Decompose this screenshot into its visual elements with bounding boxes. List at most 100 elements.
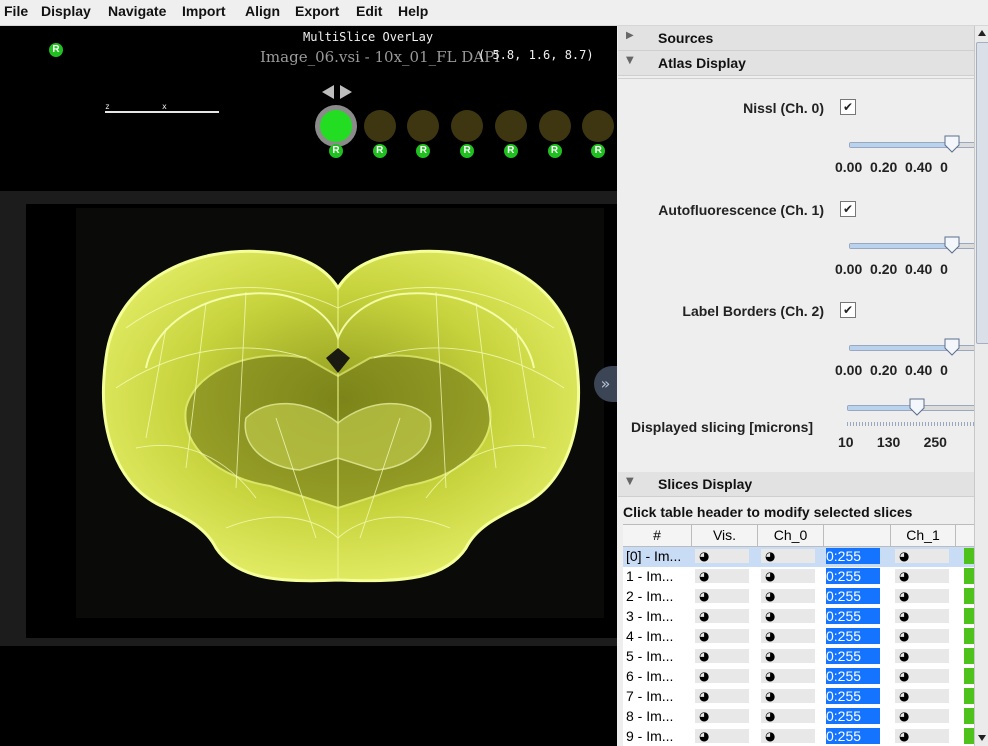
ch1-color-swatch[interactable]	[964, 668, 974, 684]
menu-navigate[interactable]: Navigate	[108, 3, 166, 19]
ch0-visibility-toggle[interactable]: ◕	[761, 709, 815, 723]
brain-section-image[interactable]	[76, 208, 604, 618]
ch0-display-range[interactable]: 0:255	[826, 628, 880, 644]
ch1-color-swatch[interactable]	[964, 728, 974, 744]
slice-marker[interactable]	[451, 110, 484, 142]
col-header-ch1-range[interactable]	[956, 525, 974, 547]
ch1-color-swatch[interactable]	[964, 688, 974, 704]
ch1-color-swatch[interactable]	[964, 548, 974, 564]
ch1-visibility-toggle[interactable]: ◕	[895, 589, 949, 603]
ch0-visibility-toggle[interactable]: ◕	[761, 729, 815, 743]
ch1-visibility-toggle[interactable]: ◕	[895, 689, 949, 703]
table-row[interactable]: 9 - Im... ◕ ◕ 0:255 ◕	[623, 727, 974, 746]
slices-display-header[interactable]: ▼ Slices Display	[618, 472, 974, 497]
table-row[interactable]: 7 - Im... ◕ ◕ 0:255 ◕	[623, 687, 974, 707]
channel-0-checkbox[interactable]: ✔	[840, 99, 856, 115]
table-row[interactable]: 3 - Im... ◕ ◕ 0:255 ◕	[623, 607, 974, 627]
visibility-toggle[interactable]: ◕	[695, 569, 749, 583]
menu-help[interactable]: Help	[398, 3, 428, 19]
ch1-visibility-toggle[interactable]: ◕	[895, 669, 949, 683]
panel-scrollbar[interactable]	[974, 26, 988, 746]
visibility-toggle[interactable]: ◕	[695, 629, 749, 643]
ch0-visibility-toggle[interactable]: ◕	[761, 669, 815, 683]
table-row[interactable]: 8 - Im... ◕ ◕ 0:255 ◕	[623, 707, 974, 727]
slice-viewer[interactable]: R MultiSlice OverLay Image_06.vsi - 10x_…	[0, 26, 617, 746]
ch1-color-swatch[interactable]	[964, 608, 974, 624]
ch0-display-range[interactable]: 0:255	[826, 588, 880, 604]
scroll-down-icon[interactable]	[976, 732, 988, 744]
menu-file[interactable]: File	[4, 3, 28, 19]
ch1-color-swatch[interactable]	[964, 708, 974, 724]
col-header-visibility[interactable]: Vis.	[692, 525, 758, 547]
sources-header[interactable]: ▶ Sources	[618, 26, 974, 51]
previous-slice-icon[interactable]	[322, 85, 334, 99]
visibility-toggle[interactable]: ◕	[695, 729, 749, 743]
scrollbar-thumb[interactable]	[976, 42, 988, 344]
slices-table[interactable]: # Vis. Ch_0 Ch_1 [0] - Im... ◕ ◕ 0:255 ◕ 1 - …	[623, 524, 974, 746]
ch0-visibility-toggle[interactable]: ◕	[761, 629, 815, 643]
ch1-visibility-toggle[interactable]: ◕	[895, 629, 949, 643]
channel-0-slider-thumb[interactable]	[944, 135, 960, 153]
visibility-toggle[interactable]: ◕	[695, 589, 749, 603]
ch1-color-swatch[interactable]	[964, 588, 974, 604]
ch1-visibility-toggle[interactable]: ◕	[895, 649, 949, 663]
slice-marker[interactable]	[363, 110, 396, 142]
ch0-visibility-toggle[interactable]: ◕	[761, 569, 815, 583]
ch0-display-range[interactable]: 0:255	[826, 548, 880, 564]
visibility-toggle[interactable]: ◕	[695, 549, 749, 563]
col-header-ch1[interactable]: Ch_1	[891, 525, 956, 547]
channel-2-checkbox[interactable]: ✔	[840, 302, 856, 318]
ch1-visibility-toggle[interactable]: ◕	[895, 609, 949, 623]
ch0-display-range[interactable]: 0:255	[826, 728, 880, 744]
menu-align[interactable]: Align	[245, 3, 280, 19]
ch1-color-swatch[interactable]	[964, 568, 974, 584]
visibility-toggle[interactable]: ◕	[695, 669, 749, 683]
visibility-toggle[interactable]: ◕	[695, 609, 749, 623]
table-row[interactable]: 4 - Im... ◕ ◕ 0:255 ◕	[623, 627, 974, 647]
ch1-color-swatch[interactable]	[964, 628, 974, 644]
col-header-ch0-range[interactable]	[824, 525, 891, 547]
ch1-visibility-toggle[interactable]: ◕	[895, 709, 949, 723]
ch0-display-range[interactable]: 0:255	[826, 608, 880, 624]
scroll-up-icon[interactable]	[976, 27, 988, 39]
next-slice-icon[interactable]	[340, 85, 352, 99]
slice-nav-arrows[interactable]	[318, 84, 358, 100]
ch1-visibility-toggle[interactable]: ◕	[895, 569, 949, 583]
ch0-display-range[interactable]: 0:255	[826, 668, 880, 684]
ch0-display-range[interactable]: 0:255	[826, 688, 880, 704]
atlas-display-header[interactable]: ▼ Atlas Display	[618, 51, 974, 76]
table-row[interactable]: 5 - Im... ◕ ◕ 0:255 ◕	[623, 647, 974, 667]
col-header-index[interactable]: #	[623, 525, 692, 547]
col-header-ch0[interactable]: Ch_0	[758, 525, 824, 547]
menu-import[interactable]: Import	[182, 3, 226, 19]
current-slice-marker[interactable]	[320, 110, 352, 142]
slice-marker[interactable]	[494, 110, 527, 142]
table-row[interactable]: 2 - Im... ◕ ◕ 0:255 ◕	[623, 587, 974, 607]
channel-1-checkbox[interactable]: ✔	[840, 201, 856, 217]
table-row[interactable]: [0] - Im... ◕ ◕ 0:255 ◕	[623, 547, 974, 567]
channel-1-slider-thumb[interactable]	[944, 236, 960, 254]
ch0-display-range[interactable]: 0:255	[826, 708, 880, 724]
menu-display[interactable]: Display	[41, 3, 91, 19]
table-row[interactable]: 1 - Im... ◕ ◕ 0:255 ◕	[623, 567, 974, 587]
menu-export[interactable]: Export	[295, 3, 339, 19]
ch1-visibility-toggle[interactable]: ◕	[895, 729, 949, 743]
slice-marker[interactable]	[582, 110, 615, 142]
ch1-color-swatch[interactable]	[964, 648, 974, 664]
menu-edit[interactable]: Edit	[356, 3, 382, 19]
ch1-visibility-toggle[interactable]: ◕	[895, 549, 949, 563]
ch0-display-range[interactable]: 0:255	[826, 648, 880, 664]
visibility-toggle[interactable]: ◕	[695, 709, 749, 723]
channel-2-slider-thumb[interactable]	[944, 338, 960, 356]
ch0-visibility-toggle[interactable]: ◕	[761, 649, 815, 663]
visibility-toggle[interactable]: ◕	[695, 689, 749, 703]
slice-marker[interactable]	[538, 110, 571, 142]
slicing-slider-thumb[interactable]	[909, 398, 925, 416]
table-row[interactable]: 6 - Im... ◕ ◕ 0:255 ◕	[623, 667, 974, 687]
ch0-display-range[interactable]: 0:255	[826, 568, 880, 584]
ch0-visibility-toggle[interactable]: ◕	[761, 589, 815, 603]
ch0-visibility-toggle[interactable]: ◕	[761, 549, 815, 563]
ch0-visibility-toggle[interactable]: ◕	[761, 609, 815, 623]
slice-marker[interactable]	[407, 110, 440, 142]
visibility-toggle[interactable]: ◕	[695, 649, 749, 663]
